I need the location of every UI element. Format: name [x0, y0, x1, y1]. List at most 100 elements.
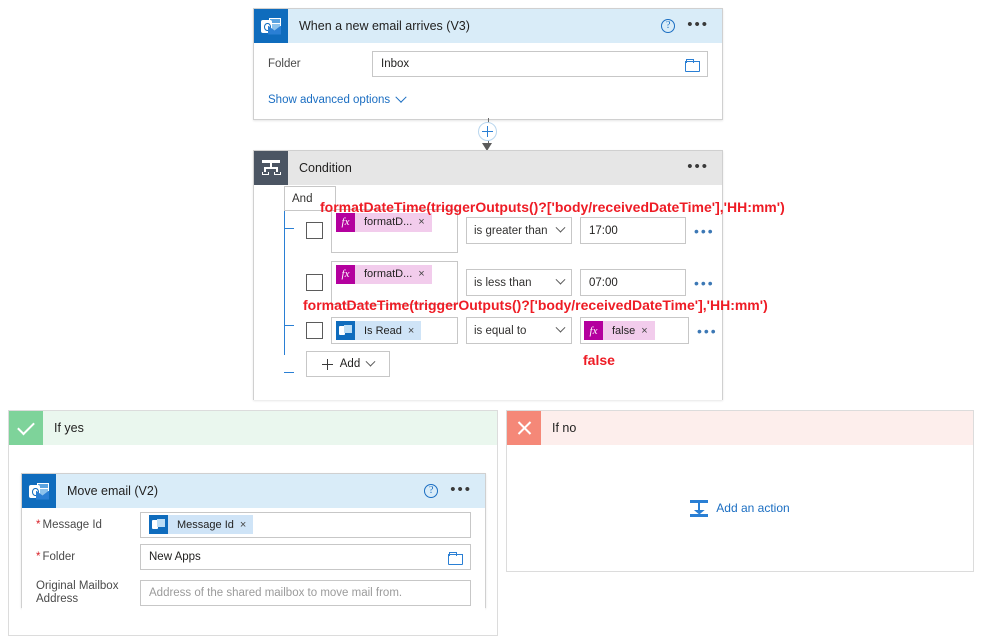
- outlook-icon: [22, 474, 56, 508]
- move-email-card[interactable]: Move email (V2) ? ••• * Message Id Messag…: [21, 473, 486, 613]
- row-more-options-icon[interactable]: •••: [697, 324, 718, 338]
- token-label: Is Read: [364, 324, 402, 337]
- condition-left-operand[interactable]: fx formatD... ×: [331, 208, 458, 253]
- row-checkbox[interactable]: [306, 222, 323, 239]
- required-indicator: *: [36, 551, 41, 563]
- folder-label: * Folder: [36, 551, 76, 563]
- remove-token-icon[interactable]: ×: [418, 216, 431, 228]
- remove-token-icon[interactable]: ×: [408, 325, 421, 337]
- token-label: false: [612, 324, 636, 337]
- condition-row: fx formatD... × is less than 07:00 •••: [254, 260, 722, 305]
- row-checkbox[interactable]: [306, 274, 323, 291]
- condition-body: And fx formatD... × is greater than 17:0…: [254, 185, 722, 400]
- condition-title: Condition: [299, 161, 352, 175]
- add-condition-label: Add: [339, 358, 361, 370]
- remove-token-icon[interactable]: ×: [641, 325, 654, 337]
- chevron-down-icon: [555, 222, 566, 233]
- trigger-card-body: Folder Inbox Show advanced options: [254, 43, 722, 115]
- flow-designer-canvas: When a new email arrives (V3) ? ••• Fold…: [0, 0, 999, 636]
- move-email-title: Move email (V2): [67, 484, 158, 498]
- folder-input[interactable]: New Apps: [140, 544, 471, 570]
- row-more-options-icon[interactable]: •••: [694, 224, 715, 238]
- original-mailbox-row: Original Mailbox Address Address of the …: [22, 573, 485, 613]
- condition-operator-select[interactable]: is greater than: [466, 217, 572, 244]
- trigger-title: When a new email arrives (V3): [299, 19, 470, 33]
- chevron-down-icon: [555, 274, 566, 285]
- annotation-false: false: [583, 352, 615, 368]
- annotation-expression-2: formatDateTime(triggerOutputs()?['body/r…: [303, 297, 768, 313]
- message-id-label: * Message Id: [36, 518, 102, 531]
- condition-operator-select[interactable]: is equal to: [466, 317, 572, 344]
- more-options-icon[interactable]: •••: [450, 482, 472, 497]
- close-icon: [507, 411, 541, 445]
- condition-operator-value: is equal to: [474, 324, 527, 337]
- condition-operator-label: And: [292, 192, 313, 205]
- plus-icon: [321, 358, 333, 370]
- branch-if-no-title: If no: [552, 421, 577, 435]
- token-chip[interactable]: Message Id ×: [149, 515, 254, 534]
- add-action-icon: [690, 500, 709, 517]
- token-label: formatD...: [364, 216, 413, 228]
- move-email-header[interactable]: Move email (V2) ? •••: [22, 474, 485, 508]
- condition-right-operand[interactable]: 17:00: [580, 217, 686, 244]
- show-advanced-options-link[interactable]: Show advanced options: [254, 85, 722, 115]
- chevron-down-icon: [555, 322, 566, 333]
- message-id-input[interactable]: Message Id ×: [140, 511, 471, 538]
- trigger-card-header[interactable]: When a new email arrives (V3) ? •••: [254, 9, 722, 43]
- remove-token-icon[interactable]: ×: [418, 268, 431, 280]
- show-advanced-options-label: Show advanced options: [268, 94, 391, 106]
- folder-value: New Apps: [149, 551, 201, 563]
- token-label: Message Id: [177, 518, 234, 531]
- row-more-options-icon[interactable]: •••: [694, 276, 715, 290]
- add-an-action-label: Add an action: [716, 501, 790, 515]
- fx-icon: fx: [336, 212, 355, 232]
- annotation-expression-1: formatDateTime(triggerOutputs()?['body/r…: [320, 199, 785, 215]
- token-chip[interactable]: Is Read ×: [336, 321, 422, 340]
- condition-card[interactable]: Condition ••• And fx formatD... × is gre…: [253, 150, 723, 400]
- condition-operator-select[interactable]: is less than: [466, 269, 572, 296]
- outlook-icon: [254, 9, 288, 43]
- branch-if-yes-header: If yes: [9, 411, 497, 445]
- trigger-folder-label: Folder: [268, 58, 301, 70]
- plus-icon[interactable]: [478, 122, 497, 141]
- folder-row: * Folder New Apps: [22, 541, 485, 573]
- folder-picker-icon[interactable]: [685, 58, 700, 72]
- trigger-card[interactable]: When a new email arrives (V3) ? ••• Fold…: [253, 8, 723, 120]
- add-condition-button[interactable]: Add: [306, 351, 390, 377]
- condition-left-operand[interactable]: Is Read ×: [331, 317, 458, 344]
- original-mailbox-label: Original Mailbox Address: [36, 580, 119, 605]
- chevron-down-icon: [395, 91, 407, 103]
- token-chip[interactable]: fx false ×: [584, 321, 655, 340]
- original-mailbox-input[interactable]: Address of the shared mailbox to move ma…: [140, 580, 471, 606]
- trigger-to-condition-connector: [470, 118, 506, 152]
- fx-icon: fx: [336, 264, 355, 284]
- add-an-action-button[interactable]: Add an action: [690, 500, 790, 517]
- condition-row: fx formatD... × is greater than 17:00 ••…: [254, 208, 722, 253]
- branch-if-no: If no Add an action: [506, 410, 974, 572]
- condition-icon: [254, 151, 288, 185]
- condition-right-operand[interactable]: 07:00: [580, 269, 686, 296]
- trigger-folder-value: Inbox: [381, 58, 410, 70]
- fx-icon: fx: [584, 321, 603, 340]
- message-id-row: * Message Id Message Id ×: [22, 508, 485, 541]
- folder-picker-icon[interactable]: [448, 551, 463, 565]
- more-options-icon[interactable]: •••: [687, 159, 709, 174]
- more-options-icon[interactable]: •••: [687, 17, 709, 32]
- help-icon[interactable]: ?: [424, 484, 439, 498]
- trigger-folder-row: Folder Inbox: [254, 43, 722, 85]
- condition-operator-value: is greater than: [474, 224, 548, 237]
- trigger-folder-input[interactable]: Inbox: [372, 51, 708, 77]
- remove-token-icon[interactable]: ×: [240, 519, 253, 531]
- condition-card-header[interactable]: Condition •••: [254, 151, 722, 185]
- chevron-down-icon: [365, 356, 376, 367]
- outlook-icon: [336, 321, 355, 340]
- branch-if-no-header: If no: [507, 411, 973, 445]
- row-checkbox[interactable]: [306, 322, 323, 339]
- condition-value: 07:00: [589, 276, 618, 289]
- branch-if-yes: If yes Move email (V2) ? ••• * Message Id: [8, 410, 498, 636]
- token-chip[interactable]: fx formatD... ×: [336, 212, 432, 232]
- condition-right-operand[interactable]: fx false ×: [580, 317, 689, 344]
- help-icon[interactable]: ?: [661, 19, 676, 33]
- token-chip[interactable]: fx formatD... ×: [336, 264, 432, 284]
- check-icon: [9, 411, 43, 445]
